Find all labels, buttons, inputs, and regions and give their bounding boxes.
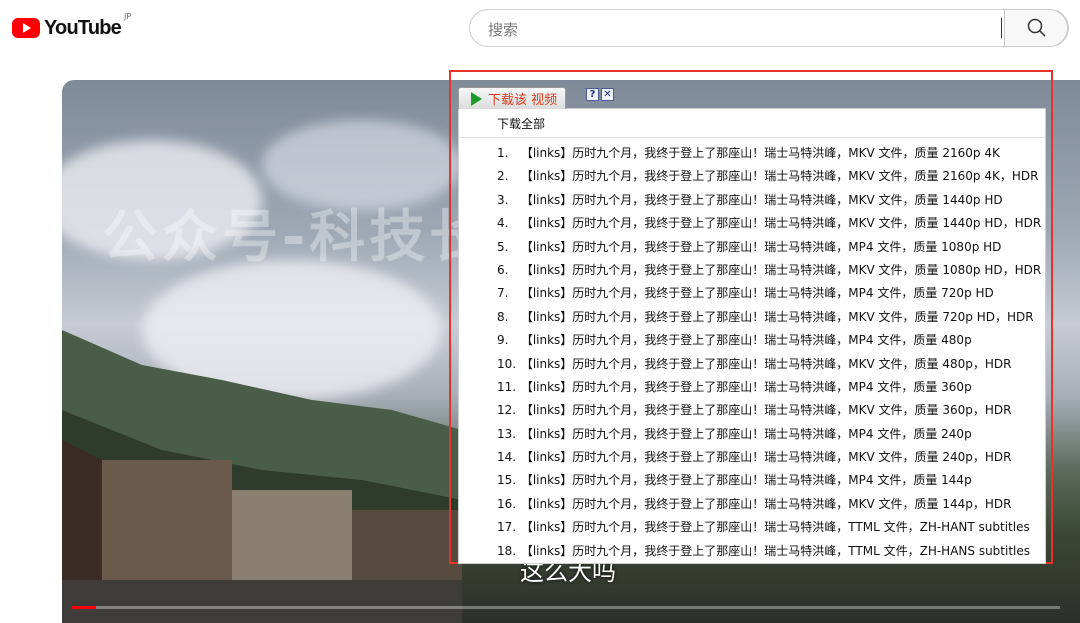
download-option-number: 7. [497, 286, 509, 301]
download-option[interactable]: 12. 【links】历时九个月，我终于登上了那座山！瑞士马特洪峰，MKV 文件… [497, 399, 1041, 422]
download-option[interactable]: 16. 【links】历时九个月，我终于登上了那座山！瑞士马特洪峰，MKV 文件… [497, 493, 1041, 516]
download-option-label: 【links】历时九个月，我终于登上了那座山！瑞士马特洪峰，MP4 文件，质量 … [520, 379, 972, 394]
search-icon [1027, 18, 1046, 37]
download-option-number: 8. [497, 309, 509, 324]
download-option-number: 15. [497, 473, 517, 488]
download-option-label: 【links】历时九个月，我终于登上了那座山！瑞士马特洪峰，MKV 文件，质量 … [520, 309, 1034, 324]
youtube-play-icon [12, 18, 40, 38]
region-label: JP [123, 12, 132, 21]
download-options-list: 1. 【links】历时九个月，我终于登上了那座山！瑞士马特洪峰，MKV 文件，… [497, 142, 1041, 563]
download-option[interactable]: 7. 【links】历时九个月，我终于登上了那座山！瑞士马特洪峰，MP4 文件，… [497, 282, 1041, 305]
download-option-label: 【links】历时九个月，我终于登上了那座山！瑞士马特洪峰，MKV 文件，质量 … [520, 450, 1012, 465]
download-option-number: 5. [497, 239, 509, 254]
download-option[interactable]: 1. 【links】历时九个月，我终于登上了那座山！瑞士马特洪峰，MKV 文件，… [497, 142, 1041, 165]
download-option[interactable]: 6. 【links】历时九个月，我终于登上了那座山！瑞士马特洪峰，MKV 文件，… [497, 259, 1041, 282]
download-option-label: 【links】历时九个月，我终于登上了那座山！瑞士马特洪峰，TTML 文件，ZH… [520, 520, 1030, 535]
download-option-number: 13. [497, 426, 517, 441]
youtube-logo[interactable]: YouTube JP [12, 12, 132, 42]
download-option-number: 4. [497, 216, 509, 231]
download-option-label: 【links】历时九个月，我终于登上了那座山！瑞士马特洪峰，MKV 文件，质量 … [520, 403, 1012, 418]
download-option-number: 1. [497, 146, 509, 160]
download-option-number: 18. [497, 543, 517, 558]
download-option-number: 3. [497, 192, 509, 207]
search-bar [469, 9, 1069, 47]
download-option-number: 16. [497, 496, 517, 511]
download-option-label: 【links】历时九个月，我终于登上了那座山！瑞士马特洪峰，MKV 文件，质量 … [520, 356, 1012, 371]
download-option[interactable]: 13. 【links】历时九个月，我终于登上了那座山！瑞士马特洪峰，MP4 文件… [497, 423, 1041, 446]
download-option-number: 17. [497, 520, 517, 535]
download-option-label: 【links】历时九个月，我终于登上了那座山！瑞士马特洪峰，MP4 文件，质量 … [520, 239, 1002, 254]
download-video-tab[interactable]: 下载该 视频 [458, 87, 566, 109]
download-option-label: 【links】历时九个月，我终于登上了那座山！瑞士马特洪峰，MP4 文件，质量 … [520, 333, 972, 348]
download-option-label: 【links】历时九个月，我终于登上了那座山！瑞士马特洪峰，MP4 文件，质量 … [520, 426, 972, 441]
download-option[interactable]: 18. 【links】历时九个月，我终于登上了那座山！瑞士马特洪峰，TTML 文… [497, 540, 1041, 563]
progress-fill [72, 606, 96, 609]
download-option-label: 【links】历时九个月，我终于登上了那座山！瑞士马特洪峰，MP4 文件，质量 … [520, 286, 994, 301]
download-option-number: 12. [497, 403, 517, 418]
search-input[interactable] [486, 19, 940, 41]
download-option[interactable]: 9. 【links】历时九个月，我终于登上了那座山！瑞士马特洪峰，MP4 文件，… [497, 329, 1041, 352]
download-option[interactable]: 14. 【links】历时九个月，我终于登上了那座山！瑞士马特洪峰，MKV 文件… [497, 446, 1041, 469]
download-all-item[interactable]: 下载全部 [497, 115, 545, 132]
download-option-number: 2. [497, 169, 509, 184]
menu-divider [459, 137, 1045, 138]
text-caret [1001, 18, 1002, 38]
download-option[interactable]: 2. 【links】历时九个月，我终于登上了那座山！瑞士马特洪峰，MKV 文件，… [497, 165, 1041, 188]
download-option-number: 10. [497, 356, 517, 371]
download-option[interactable]: 8. 【links】历时九个月，我终于登上了那座山！瑞士马特洪峰，MKV 文件，… [497, 306, 1041, 329]
download-option-label: 【links】历时九个月，我终于登上了那座山！瑞士马特洪峰，MKV 文件，质量 … [520, 216, 1042, 231]
download-option[interactable]: 11. 【links】历时九个月，我终于登上了那座山！瑞士马特洪峰，MP4 文件… [497, 376, 1041, 399]
play-icon [471, 91, 482, 106]
download-option-label: 【links】历时九个月，我终于登上了那座山！瑞士马特洪峰，MKV 文件，质量 … [520, 169, 1039, 184]
download-option[interactable]: 5. 【links】历时九个月，我终于登上了那座山！瑞士马特洪峰，MP4 文件，… [497, 236, 1041, 259]
download-option-label: 【links】历时九个月，我终于登上了那座山！瑞士马特洪峰，MKV 文件，质量 … [520, 192, 1003, 207]
download-menu-title: 下载该 视频 [488, 93, 558, 108]
download-option-label: 【links】历时九个月，我终于登上了那座山！瑞士马特洪峰，TTML 文件，ZH… [520, 543, 1031, 558]
download-option[interactable]: 3. 【links】历时九个月，我终于登上了那座山！瑞士马特洪峰，MKV 文件，… [497, 189, 1041, 212]
download-option[interactable]: 15. 【links】历时九个月，我终于登上了那座山！瑞士马特洪峰，MP4 文件… [497, 469, 1041, 492]
download-option-label: 【links】历时九个月，我终于登上了那座山！瑞士马特洪峰，MKV 文件，质量 … [520, 262, 1042, 277]
download-option-number: 11. [497, 379, 517, 394]
search-button[interactable] [1004, 9, 1068, 47]
download-option[interactable]: 17. 【links】历时九个月，我终于登上了那座山！瑞士马特洪峰，TTML 文… [497, 516, 1041, 539]
download-option[interactable]: 10. 【links】历时九个月，我终于登上了那座山！瑞士马特洪峰，MKV 文件… [497, 353, 1041, 376]
progress-bar[interactable] [72, 606, 1060, 609]
download-option[interactable]: 4. 【links】历时九个月，我终于登上了那座山！瑞士马特洪峰，MKV 文件，… [497, 212, 1041, 235]
download-option-label: 【links】历时九个月，我终于登上了那座山！瑞士马特洪峰，MP4 文件，质量 … [520, 473, 972, 488]
download-option-number: 14. [497, 450, 517, 465]
download-option-label: 【links】历时九个月，我终于登上了那座山！瑞士马特洪峰，MKV 文件，质量 … [520, 496, 1012, 511]
logo-text: YouTube [44, 16, 122, 39]
download-option-number: 6. [497, 262, 509, 277]
download-option-label: 【links】历时九个月，我终于登上了那座山！瑞士马特洪峰，MKV 文件，质量 … [520, 146, 1000, 160]
close-icon[interactable]: ✕ [601, 88, 614, 101]
help-icon[interactable]: ? [586, 88, 599, 101]
download-option-number: 9. [497, 333, 509, 348]
download-menu: 下载全部 1. 【links】历时九个月，我终于登上了那座山！瑞士马特洪峰，MK… [458, 108, 1046, 564]
